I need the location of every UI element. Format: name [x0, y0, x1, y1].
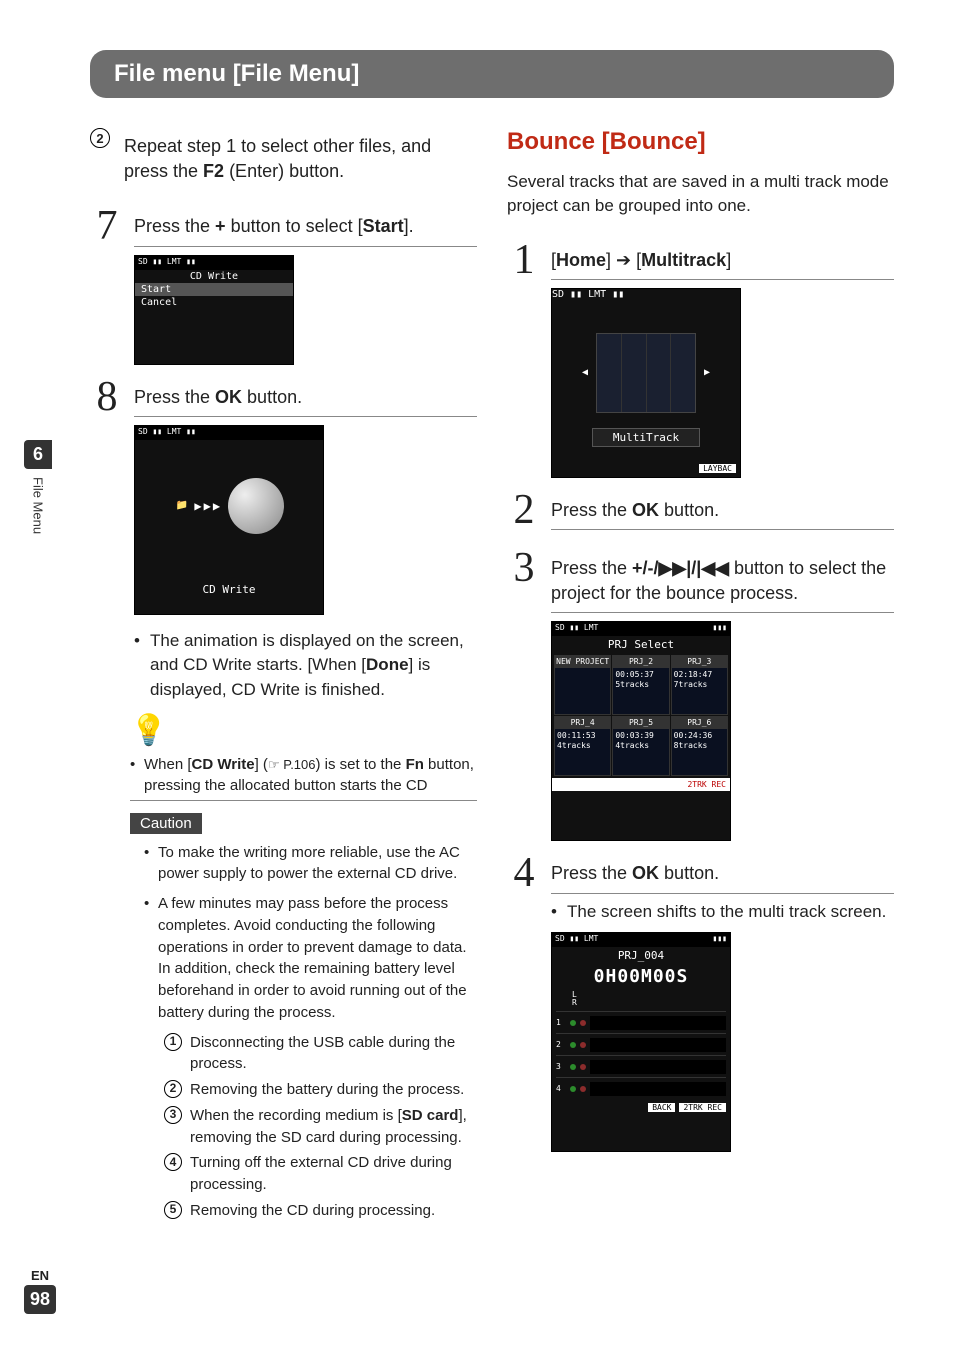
multitrack-label: MultiTrack	[592, 428, 700, 447]
track-row: 4	[556, 1077, 726, 1099]
prj-cell-6: PRJ_600:24:368tracks	[671, 716, 728, 776]
caution-avoid-ops: A few minutes may pass before the proces…	[144, 893, 477, 1024]
step-3-number: 3	[507, 550, 541, 588]
menu-item-cancel: Cancel	[135, 296, 293, 309]
device-screen-multitrack-home: SD ▮▮ LMT ▮▮ ◀ ▶ MultiTrack LAYBAC	[551, 288, 741, 478]
step-4-bullet: The screen shifts to the multi track scr…	[551, 900, 894, 925]
step-1-number: 1	[507, 242, 541, 280]
bounce-step-4: 4 Press the OK button.	[507, 855, 894, 893]
prj-cell-4: PRJ_400:11:534tracks	[554, 716, 611, 776]
screen-statusbar: SD ▮▮ LMT▮▮▮	[552, 933, 730, 947]
step-3-text: Press the +/-/▶▶|/|◀◀ button to select t…	[551, 550, 894, 613]
step-7-text: Press the + button to select [Start].	[134, 208, 477, 246]
bounce-title: Bounce [Bounce]	[507, 128, 894, 156]
left-column: 2 Repeat step 1 to select other files, a…	[90, 128, 477, 1226]
step-4-text: Press the OK button.	[551, 855, 894, 893]
screen-statusbar: SD ▮▮ LMT ▮▮	[135, 426, 323, 440]
device-screen-cdwrite-progress: SD ▮▮ LMT ▮▮ 📁 ▶▶▶ CD Write	[134, 425, 324, 615]
bounce-step-1: 1 [Home] ➔ [Multitrack]	[507, 242, 894, 280]
bounce-intro: Several tracks that are saved in a multi…	[507, 170, 894, 218]
step-2-number: 2	[507, 492, 541, 530]
op-4: 4Turning off the external CD drive durin…	[164, 1152, 477, 1196]
step-2-text: Repeat step 1 to select other files, and…	[124, 128, 477, 184]
right-column: Bounce [Bounce] Several tracks that are …	[507, 128, 894, 1226]
op-2: 2Removing the battery during the process…	[164, 1079, 477, 1101]
screen-statusbar: SD ▮▮ LMT ▮▮	[135, 256, 293, 270]
chevron-right-icon: ▶	[704, 367, 710, 378]
step-2-repeat: 2 Repeat step 1 to select other files, a…	[90, 128, 477, 184]
prj-cell-5: PRJ_500:03:394tracks	[612, 716, 669, 776]
step-7-number: 7	[90, 208, 124, 246]
chapter-badge: 6	[24, 440, 52, 469]
side-tabs: 6 File Menu	[24, 440, 52, 538]
bounce-step-3: 3 Press the +/-/▶▶|/|◀◀ button to select…	[507, 550, 894, 613]
track-title: PRJ_004	[552, 947, 730, 964]
prj-cell-2: PRJ_200:05:375tracks	[612, 655, 669, 715]
step-7: 7 Press the + button to select [Start].	[90, 208, 477, 246]
rec-button: 2TRK REC	[679, 1103, 726, 1112]
circled-2: 2	[90, 128, 110, 148]
caution-ac-power: To make the writing more reliable, use t…	[144, 842, 477, 886]
timecode: 0H00M00S	[552, 964, 730, 989]
step-8-text: Press the OK button.	[134, 379, 477, 417]
track-footer: BACK 2TRK REC	[552, 1101, 730, 1114]
device-screen-cdwrite-menu: SD ▮▮ LMT ▮▮ CD Write Start Cancel	[134, 255, 294, 365]
layback-label: LAYBAC	[699, 464, 736, 473]
back-button: BACK	[648, 1103, 675, 1112]
track-row: 1	[556, 1011, 726, 1033]
step-8: 8 Press the OK button.	[90, 379, 477, 417]
tip-cdwrite-fn: When [CD Write] (☞ P.106) is set to the …	[130, 754, 477, 796]
op-3: 3When the recording medium is [SD card],…	[164, 1105, 477, 1149]
bounce-step-2: 2 Press the OK button.	[507, 492, 894, 530]
prj-grid: NEW PROJECT PRJ_200:05:375tracks PRJ_302…	[552, 653, 730, 778]
animation-note: The animation is displayed on the screen…	[134, 629, 477, 703]
prj-cell-3: PRJ_302:18:477tracks	[671, 655, 728, 715]
section-name-vertical: File Menu	[31, 477, 46, 534]
screen-statusbar: SD ▮▮ LMT▮▮▮	[552, 622, 730, 636]
page-title: File menu [File Menu]	[90, 50, 894, 98]
prj-footer: 2TRK REC	[552, 778, 730, 791]
lr-label: LR	[552, 989, 730, 1009]
track-row: 3	[556, 1055, 726, 1077]
cd-icon	[228, 478, 284, 534]
op-5: 5Removing the CD during processing.	[164, 1200, 477, 1222]
tip-icon: 💡	[130, 713, 477, 748]
device-screen-prj-select: SD ▮▮ LMT▮▮▮ PRJ Select NEW PROJECT PRJ_…	[551, 621, 731, 841]
chevron-left-icon: ◀	[582, 367, 588, 378]
menu-item-start: Start	[135, 283, 293, 296]
screen-label: CD Write	[135, 583, 323, 596]
step-2-text: Press the OK button.	[551, 492, 894, 530]
caution-label: Caution	[130, 813, 202, 834]
arrow-icon: ▶▶▶	[194, 499, 222, 513]
op-1: 1Disconnecting the USB cable during the …	[164, 1032, 477, 1076]
screen-statusbar: SD ▮▮ LMT ▮▮	[552, 289, 740, 300]
device-screen-multitrack: SD ▮▮ LMT▮▮▮ PRJ_004 0H00M00S LR 1 2 3 4…	[551, 932, 731, 1152]
step-4-number: 4	[507, 855, 541, 893]
step-1-text: [Home] ➔ [Multitrack]	[551, 242, 894, 280]
folder-icon: 📁	[176, 500, 188, 511]
page-number: 98	[24, 1285, 56, 1314]
lang-label: EN	[24, 1268, 56, 1283]
screen-title: CD Write	[135, 270, 293, 283]
page-footer: EN 98	[24, 1268, 56, 1314]
divider	[130, 800, 477, 801]
prj-select-title: PRJ Select	[552, 636, 730, 653]
step-8-number: 8	[90, 379, 124, 417]
prj-cell-new: NEW PROJECT	[554, 655, 611, 715]
track-row: 2	[556, 1033, 726, 1055]
